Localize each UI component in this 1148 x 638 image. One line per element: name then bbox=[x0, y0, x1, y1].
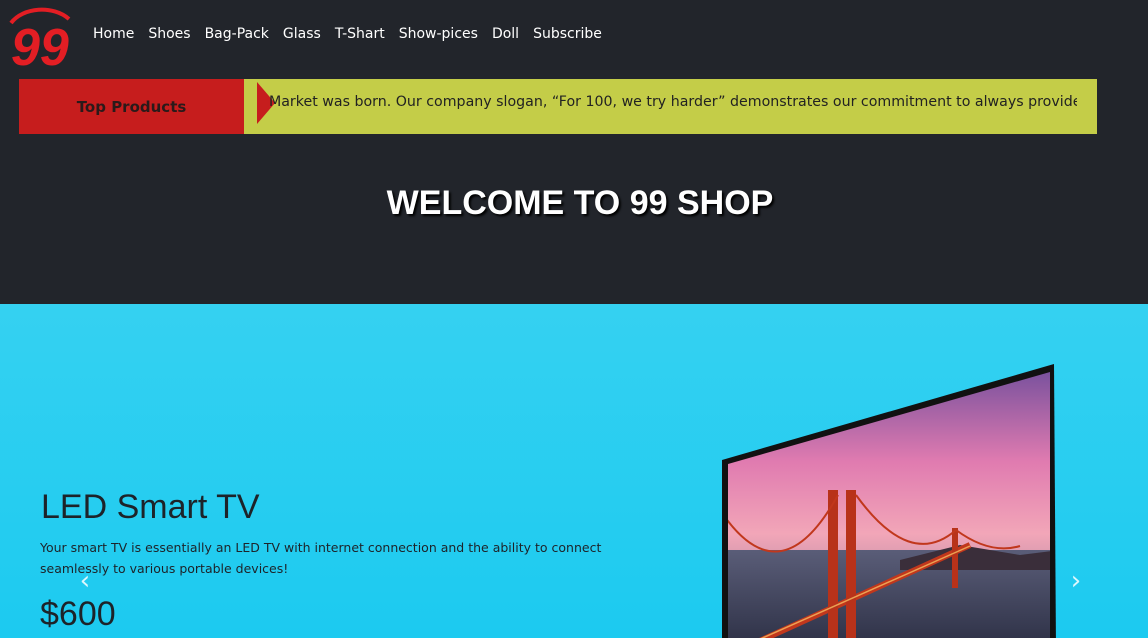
ticker-label: Top Products bbox=[19, 79, 244, 134]
nav-item-subscribe[interactable]: Subscribe bbox=[533, 26, 602, 42]
main-nav: Home Shoes Bag-Pack Glass T-Shart Show-p… bbox=[93, 26, 602, 42]
nav-item-glass[interactable]: Glass bbox=[283, 26, 321, 42]
nav-item-t-shart[interactable]: T-Shart bbox=[335, 26, 385, 42]
header-section: 99 Home Shoes Bag-Pack Glass T-Shart Sho… bbox=[0, 0, 1148, 304]
nav-item-show-pices[interactable]: Show-pices bbox=[399, 26, 478, 42]
tv-image bbox=[722, 364, 1056, 638]
nav-item-bag-pack[interactable]: Bag-Pack bbox=[205, 26, 269, 42]
nav-item-doll[interactable]: Doll bbox=[492, 26, 519, 42]
logo[interactable]: 99 bbox=[5, 3, 75, 73]
ticker-text[interactable]: Market was born. Our company slogan, “Fo… bbox=[269, 79, 1077, 134]
product-price: $600 bbox=[40, 595, 116, 633]
nav-item-home[interactable]: Home bbox=[93, 26, 134, 42]
chevron-left-icon[interactable]: ‹ bbox=[73, 566, 97, 596]
hero-carousel: LED Smart TV Your smart TV is essentiall… bbox=[0, 304, 1148, 638]
product-description: Your smart TV is essentially an LED TV w… bbox=[40, 540, 602, 576]
news-ticker: Top Products Market was born. Our compan… bbox=[19, 79, 1097, 134]
nav-item-shoes[interactable]: Shoes bbox=[148, 26, 190, 42]
chevron-right-icon[interactable]: › bbox=[1064, 566, 1088, 596]
welcome-title: WELCOME TO 99 SHOP bbox=[386, 184, 774, 222]
product-title: LED Smart TV bbox=[41, 488, 260, 526]
logo-text: 99 bbox=[11, 19, 69, 73]
